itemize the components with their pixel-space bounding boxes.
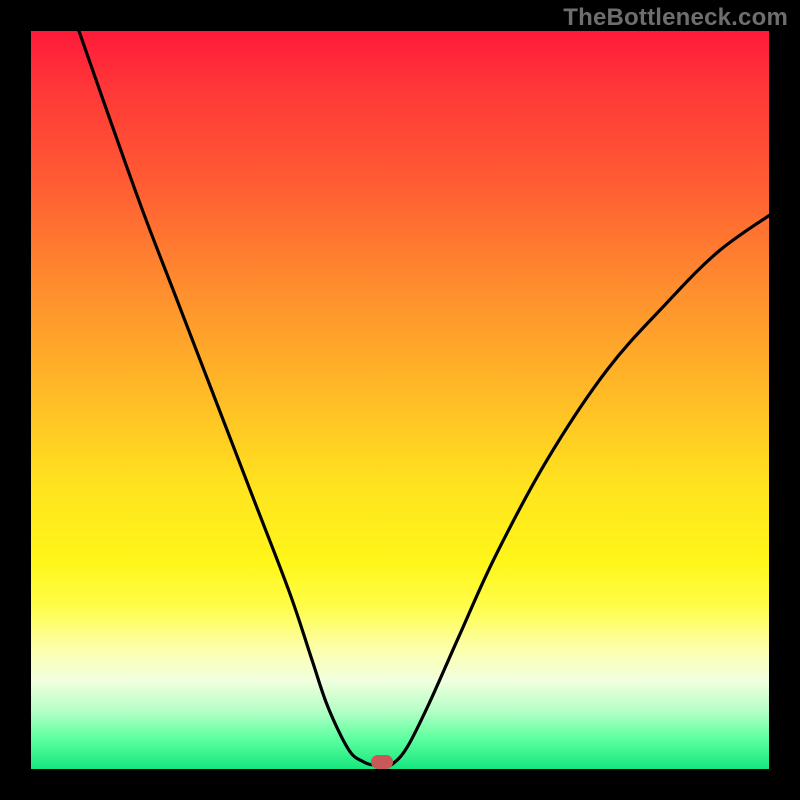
optimal-point-marker — [371, 755, 393, 769]
bottleneck-curve — [31, 31, 769, 769]
plot-area — [31, 31, 769, 769]
chart-frame: TheBottleneck.com — [0, 0, 800, 800]
watermark-text: TheBottleneck.com — [563, 4, 788, 32]
